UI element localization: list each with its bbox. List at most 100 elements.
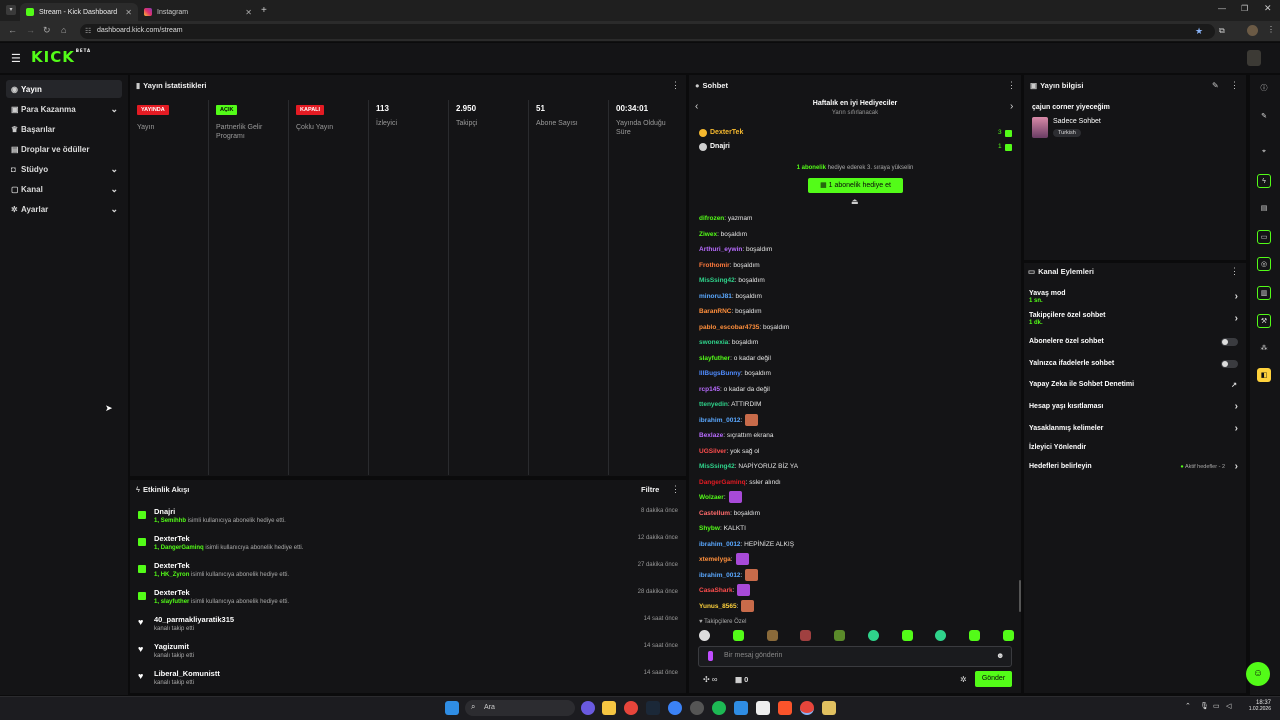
vscode-icon[interactable] <box>734 701 748 715</box>
chat-message[interactable]: Frothomir: boşaldım <box>699 260 760 270</box>
chat-message[interactable]: ttenyedin: ATTIRDIM <box>699 399 761 409</box>
edit-pencil-icon[interactable]: ✎ <box>1212 81 1219 90</box>
chat-message[interactable]: BaranRNC: boşaldım <box>699 306 762 316</box>
sidebar-item-droplar[interactable]: ▤ Droplar ve ödüller <box>6 140 122 158</box>
chat-message[interactable]: lllBugsBunny: boşaldım <box>699 368 771 378</box>
minimize-icon[interactable]: — <box>1218 4 1226 13</box>
gifts-counter[interactable]: ▦ 0 <box>735 675 748 684</box>
chat-username[interactable]: ttenyedin <box>699 401 728 408</box>
chat-username[interactable]: Bexlaze <box>699 432 723 439</box>
chat-message[interactable]: Arthuri_eywin: boşaldım <box>699 244 772 254</box>
chat-message[interactable]: Castellum: boşaldım <box>699 508 760 518</box>
info-icon[interactable]: ⓘ <box>1257 81 1271 95</box>
chat-message[interactable]: minoruJ81: boşaldım <box>699 291 762 301</box>
chat-username[interactable]: lllBugsBunny <box>699 370 741 377</box>
chat-username[interactable]: xtemelyga <box>699 556 731 563</box>
chat-username[interactable]: MisSsing42 <box>699 277 735 284</box>
chat-message[interactable]: MisSsing42: boşaldım <box>699 275 765 285</box>
chat-icon[interactable]: ▭ <box>1257 230 1271 244</box>
chat-scrollbar[interactable] <box>1019 580 1021 612</box>
wrench-icon[interactable]: ⚒ <box>1257 314 1271 328</box>
chat-message[interactable]: Bexlaze: sıçrattım ekrana <box>699 430 773 440</box>
bookmark-star-icon[interactable]: ★ <box>1195 26 1203 37</box>
chat-username[interactable]: rcp145 <box>699 386 720 393</box>
chat-menu-icon[interactable]: ⋮ <box>1007 80 1016 91</box>
emote-icon[interactable] <box>969 630 981 641</box>
emoji-icon[interactable]: ☻ <box>996 651 1004 660</box>
chat-username[interactable]: Arthuri_eywin <box>699 246 742 253</box>
close-window-icon[interactable]: ✕ <box>1264 3 1272 14</box>
chat-settings-icon[interactable]: ✲ <box>960 675 967 684</box>
taskbar-search[interactable] <box>465 700 575 716</box>
category-thumbnail[interactable] <box>1032 117 1048 138</box>
app-icon[interactable] <box>668 701 682 715</box>
emote-icon[interactable] <box>901 630 913 641</box>
collapse-icon[interactable]: ⏏ <box>851 197 859 206</box>
chat-username[interactable]: Frothomir <box>699 262 730 269</box>
emote-icon[interactable] <box>732 630 744 641</box>
chrome-icon[interactable] <box>624 701 638 715</box>
layout-icon[interactable]: ▥ <box>1257 286 1271 300</box>
copilot-icon[interactable] <box>581 701 595 715</box>
steam-icon[interactable] <box>646 701 660 715</box>
chat-message[interactable]: MisSsing42: NAPİYORUZ BİZ YA <box>699 461 798 471</box>
event-row[interactable]: DexterTek 1, slayfuther isimli kullanıcı… <box>134 586 684 613</box>
emote-icon[interactable] <box>766 630 778 641</box>
chat-username[interactable]: Castellum <box>699 510 730 517</box>
action-ai-moderation[interactable]: Yapay Zeka ile Sohbet Denetimi ↗ <box>1029 381 1241 395</box>
chat-username[interactable]: slayfuther <box>699 355 730 362</box>
close-tab-icon[interactable]: ✕ <box>125 8 132 17</box>
reload-icon[interactable]: ↻ <box>43 25 51 36</box>
emote-icon[interactable] <box>834 630 846 641</box>
chat-message[interactable]: DangerGaminq: ssler alındı <box>699 477 781 487</box>
action-account-age[interactable]: Hesap yaşı kısıtlaması › <box>1029 401 1241 417</box>
leader-name[interactable]: Dnajri <box>710 143 730 150</box>
emote-icon[interactable] <box>867 630 879 641</box>
site-info-icon[interactable]: ☷ <box>85 27 91 35</box>
filter-button[interactable]: Filtre <box>641 485 659 494</box>
chat-username[interactable]: DangerGaminq <box>699 479 746 486</box>
kick-logo[interactable]: KICKBETA <box>31 48 91 66</box>
chat-message[interactable]: Ziwex: boşaldım <box>699 229 747 239</box>
stream-info-menu-icon[interactable]: ⋮ <box>1230 80 1239 91</box>
users-icon[interactable]: ⁂ <box>1257 341 1271 355</box>
event-row[interactable]: ♥ Yagizumit kanalı takip etti 14 saat ön… <box>134 640 684 667</box>
events-menu-icon[interactable]: ⋮ <box>671 484 680 495</box>
chat-message[interactable]: UGSilver: yok sağ ol <box>699 446 759 456</box>
chat-username[interactable]: ibrahim_0012 <box>699 541 741 548</box>
event-row[interactable]: ♥ Liberal_Komunistt kanalı takip etti 14… <box>134 667 684 694</box>
tab-search-icon[interactable]: ▾ <box>6 5 16 15</box>
leaderboard-prev-icon[interactable]: ‹ <box>695 101 698 112</box>
chat-message[interactable]: swonexia: boşaldım <box>699 337 758 347</box>
chat-username[interactable]: Shybw <box>699 525 720 532</box>
tray-chevron-icon[interactable]: ⌃ <box>1185 702 1191 710</box>
clapper-icon[interactable]: ◧ <box>1257 368 1271 382</box>
clock[interactable]: 18:37 1.02.2026 <box>1245 700 1271 712</box>
forward-icon[interactable]: → <box>26 25 35 35</box>
support-chat-button[interactable]: ☺ <box>1246 662 1270 686</box>
emote-icon[interactable] <box>1002 630 1014 641</box>
url-text[interactable]: dashboard.kick.com/stream <box>97 27 183 34</box>
chat-username[interactable]: difrozen <box>699 215 724 222</box>
chat-message[interactable]: rcp145: o kadar da değil <box>699 384 770 394</box>
chat-message[interactable]: difrozen: yazmam <box>699 213 752 223</box>
event-row[interactable]: DexterTek 1, DangerGaminq isimli kullanı… <box>134 532 684 559</box>
crosshair-icon[interactable]: ⌖ <box>1257 145 1271 159</box>
windows-start-icon[interactable] <box>445 701 459 715</box>
chat-username[interactable]: Yunus_8565 <box>699 603 737 610</box>
user-avatar[interactable] <box>1247 50 1261 66</box>
action-subscribers-only[interactable]: Abonelere özel sohbet <box>1029 338 1241 352</box>
chat-message[interactable]: ibrahim_0012: HEPİNİZE ALKIŞ <box>699 539 794 549</box>
event-row[interactable]: ♥ 40_parmakliyaratik315 kanalı takip ett… <box>134 613 684 640</box>
brave-icon[interactable] <box>778 701 792 715</box>
points-icon[interactable]: ✣ ∞ <box>703 675 717 684</box>
sidebar-item-para-kazanma[interactable]: ▣ Para Kazanma ⌄ <box>6 100 122 118</box>
emote-icon[interactable] <box>800 630 812 641</box>
stats-menu-icon[interactable]: ⋮ <box>671 80 680 91</box>
sidebar-item-kanal[interactable]: ▢ Kanal ⌄ <box>6 180 122 198</box>
channel-actions-menu-icon[interactable]: ⋮ <box>1230 266 1239 277</box>
action-emotes-only[interactable]: Yalnızca ifadelerle sohbet <box>1029 360 1241 374</box>
chat-input-placeholder[interactable]: Bir mesaj gönderin <box>724 652 782 659</box>
maximize-icon[interactable]: ❐ <box>1241 4 1248 13</box>
action-slow-mode[interactable]: Yavaş mod 1 sn. › <box>1029 290 1241 312</box>
